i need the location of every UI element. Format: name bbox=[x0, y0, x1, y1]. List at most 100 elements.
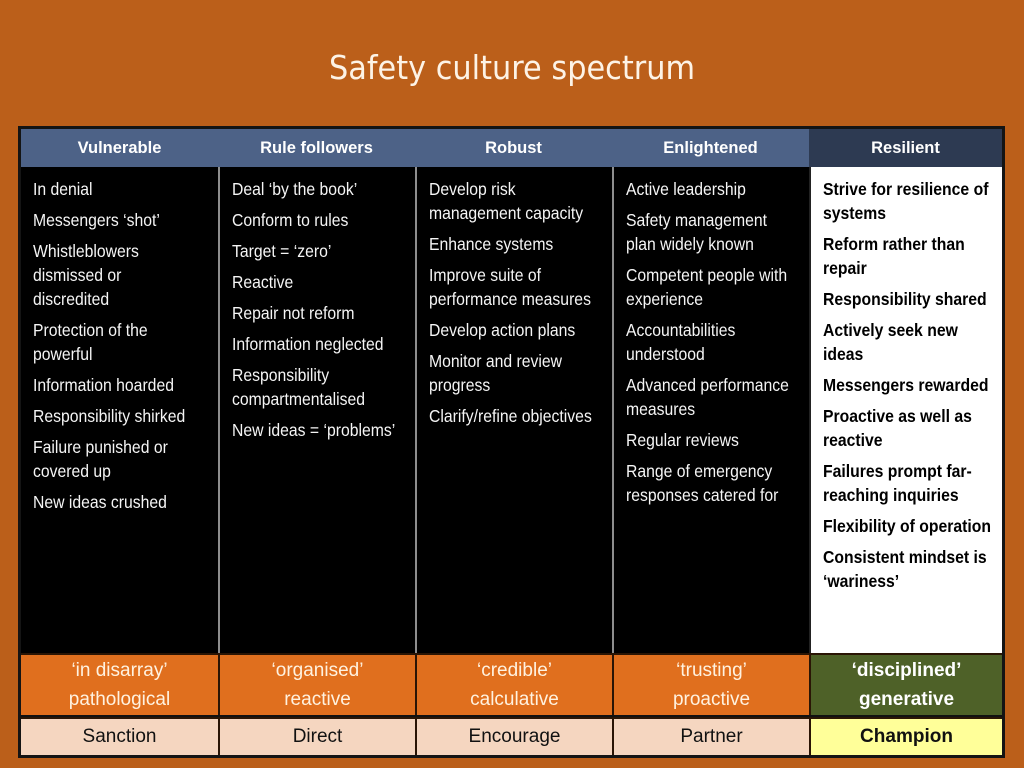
characteristic-item: Consistent mindset is ‘wariness’ bbox=[823, 545, 987, 593]
characteristic-text: ‘wariness’ bbox=[823, 571, 900, 591]
characteristic-text: Improve suite of bbox=[429, 265, 542, 285]
characteristic-text: Actively seek new bbox=[823, 320, 958, 340]
characteristic-text: reactive bbox=[823, 430, 883, 450]
characteristic-item: Accountabilities understood bbox=[626, 318, 782, 366]
characteristic-text: dismissed or bbox=[33, 265, 122, 285]
characteristic-item: New ideas = ‘problems’ bbox=[232, 418, 396, 442]
culture-descriptor: ‘organised’ bbox=[271, 660, 364, 681]
culture-descriptor: ‘credible’ bbox=[477, 660, 552, 681]
characteristic-text: Develop action plans bbox=[429, 320, 576, 340]
characteristic-item: Messengers rewarded bbox=[823, 373, 989, 397]
characteristic-text: Develop risk bbox=[429, 179, 516, 199]
characteristic-text: management capacity bbox=[429, 203, 584, 223]
action-enlightened: Partner bbox=[612, 717, 809, 755]
characteristic-text: In denial bbox=[33, 179, 93, 199]
characteristic-text: Flexibility of operation bbox=[823, 516, 992, 536]
characteristic-text: Clarify/refine objectives bbox=[429, 406, 592, 426]
culture-type-row: ‘in disarray’ pathological ‘organised’ r… bbox=[21, 653, 1002, 715]
characteristic-text: Conform to rules bbox=[232, 210, 349, 230]
culture-type: reactive bbox=[284, 689, 351, 710]
culture-type-rule-followers: ‘organised’ reactive bbox=[218, 653, 415, 715]
characteristic-text: Messengers rewarded bbox=[823, 375, 989, 395]
characteristic-text: Monitor and review bbox=[429, 351, 563, 371]
culture-descriptor: ‘trusting’ bbox=[676, 660, 747, 681]
characteristic-item: Information hoarded bbox=[33, 373, 191, 397]
characteristic-text: progress bbox=[429, 375, 491, 395]
characteristic-item: Reform rather than repair bbox=[823, 232, 975, 280]
characteristic-item: Regular reviews bbox=[626, 428, 782, 452]
characteristic-item: Range of emergency responses catered for bbox=[626, 459, 782, 507]
characteristic-text: Enhance systems bbox=[429, 234, 554, 254]
characteristic-text: Competent people with bbox=[626, 265, 788, 285]
characteristic-text: New ideas crushed bbox=[33, 492, 167, 512]
safety-culture-table: Vulnerable Rule followers Robust Enlight… bbox=[18, 126, 1005, 758]
characteristic-text: Proactive as well as bbox=[823, 406, 972, 426]
characteristics-enlightened: Active leadership Safety management plan w… bbox=[612, 167, 809, 653]
characteristic-text: covered up bbox=[33, 461, 111, 481]
characteristic-item: Monitor and review progress bbox=[429, 349, 585, 397]
characteristic-text: Range of emergency bbox=[626, 461, 773, 481]
characteristic-text: ideas bbox=[823, 344, 864, 364]
culture-type: pathological bbox=[68, 689, 171, 710]
characteristic-item: Safety management plan widely known bbox=[626, 208, 782, 256]
characteristic-text: plan widely known bbox=[626, 234, 754, 254]
culture-type: calculative bbox=[470, 689, 559, 710]
characteristic-text: experience bbox=[626, 289, 704, 309]
characteristic-text: Regular reviews bbox=[626, 430, 739, 450]
characteristic-item: Failure punished or covered up bbox=[33, 435, 191, 483]
action-vulnerable: Sanction bbox=[21, 717, 218, 755]
culture-descriptor: ‘disciplined’ bbox=[851, 660, 962, 681]
action-robust: Encourage bbox=[415, 717, 612, 755]
characteristics-vulnerable: In denial Messengers ‘shot’ Whistleblowers… bbox=[21, 167, 218, 653]
characteristic-text: responses catered for bbox=[626, 485, 779, 505]
characteristic-text: Failures prompt far- bbox=[823, 461, 972, 481]
characteristic-item: Develop risk management capacity bbox=[429, 177, 585, 225]
characteristics-robust: Develop risk management capacity Enhance s… bbox=[415, 167, 612, 653]
culture-type-resilient: ‘disciplined’ generative bbox=[809, 653, 1002, 715]
characteristic-text: Messengers ‘shot’ bbox=[33, 210, 160, 230]
characteristic-item: Clarify/refine objectives bbox=[429, 404, 592, 428]
characteristic-item: Enhance systems bbox=[429, 232, 585, 256]
characteristic-item: Active leadership bbox=[626, 177, 782, 201]
leadership-action-row: Sanction Direct Encourage Partner Champi… bbox=[21, 717, 1002, 755]
characteristic-text: Responsibility shirked bbox=[33, 406, 186, 426]
characteristics-resilient: Strive for resilience of systems Reform ra… bbox=[809, 167, 1002, 653]
characteristic-text: performance measures bbox=[429, 289, 591, 309]
column-header-robust: Robust bbox=[415, 129, 612, 167]
culture-type-robust: ‘credible’ calculative bbox=[415, 653, 612, 715]
characteristic-item: Failures prompt far-reaching inquiries bbox=[823, 459, 975, 507]
characteristic-text: Repair not reform bbox=[232, 303, 355, 323]
characteristic-text: compartmentalised bbox=[232, 389, 366, 409]
characteristic-text: understood bbox=[626, 344, 705, 364]
characteristic-item: In denial bbox=[33, 177, 191, 201]
characteristic-item: Advanced performance measures bbox=[626, 373, 789, 421]
characteristic-item: Repair not reform bbox=[232, 301, 388, 325]
characteristic-item: Reactive bbox=[232, 270, 388, 294]
culture-type: proactive bbox=[672, 689, 751, 710]
action-rule-followers: Direct bbox=[218, 717, 415, 755]
characteristic-item: Responsibility shared bbox=[823, 287, 987, 311]
characteristic-item: Deal ‘by the book’ bbox=[232, 177, 388, 201]
characteristic-text: Reactive bbox=[232, 272, 294, 292]
column-header-rule-followers: Rule followers bbox=[218, 129, 415, 167]
culture-type: generative bbox=[858, 689, 955, 710]
characteristic-item: Information neglected bbox=[232, 332, 388, 356]
characteristic-text: repair bbox=[823, 258, 867, 278]
characteristic-item: Responsibility shirked bbox=[33, 404, 191, 428]
characteristic-text: Protection of the bbox=[33, 320, 148, 340]
characteristic-text: Responsibility shared bbox=[823, 289, 987, 309]
characteristic-item: Develop action plans bbox=[429, 318, 585, 342]
characteristic-item: Whistleblowers dismissed or discredited bbox=[33, 239, 191, 311]
characteristic-item: Improve suite of performance measures bbox=[429, 263, 591, 311]
characteristic-item: Proactive as well as reactive bbox=[823, 404, 975, 452]
characteristic-text: Information neglected bbox=[232, 334, 384, 354]
characteristic-text: powerful bbox=[33, 344, 93, 364]
culture-descriptor: ‘in disarray’ bbox=[71, 660, 168, 681]
characteristic-text: reaching inquiries bbox=[823, 485, 959, 505]
column-header-enlightened: Enlightened bbox=[612, 129, 809, 167]
characteristic-item: Actively seek new ideas bbox=[823, 318, 975, 366]
characteristic-text: New ideas = ‘problems’ bbox=[232, 420, 396, 440]
characteristic-text: Reform rather than bbox=[823, 234, 965, 254]
characteristic-text: Active leadership bbox=[626, 179, 746, 199]
action-resilient: Champion bbox=[809, 717, 1002, 755]
